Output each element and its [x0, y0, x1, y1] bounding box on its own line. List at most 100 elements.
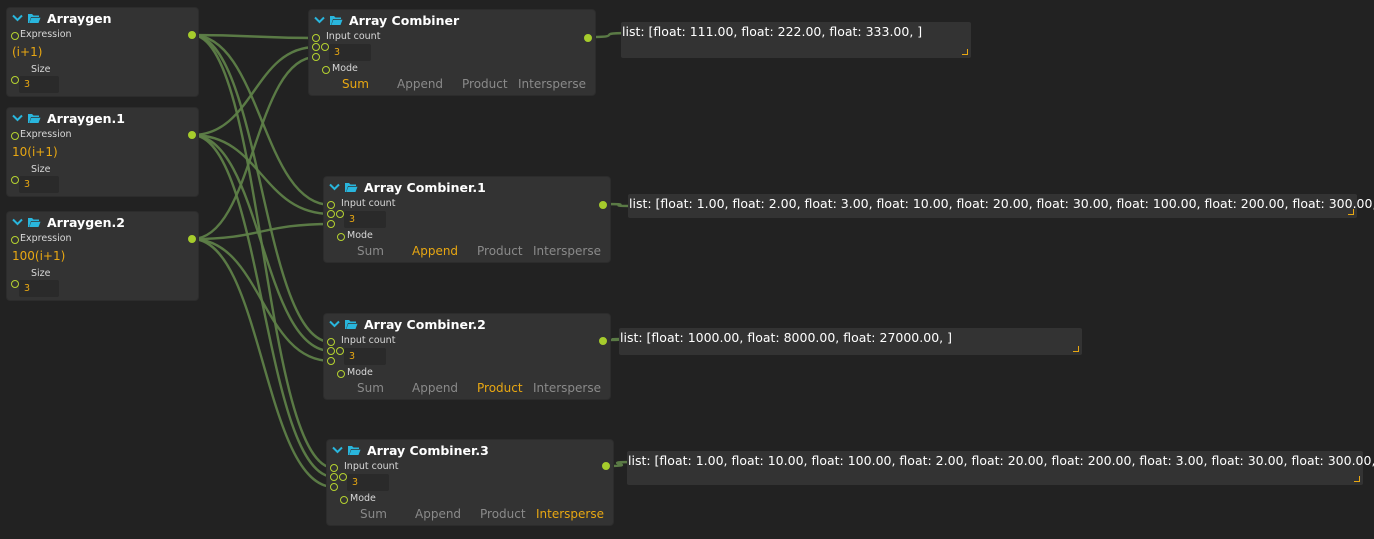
folder-open-icon[interactable]: [27, 113, 41, 124]
size-input-port[interactable]: [11, 280, 19, 288]
output-viewer-1[interactable]: list: [float: 1.00, float: 2.00, float: …: [628, 194, 1374, 218]
expression-value[interactable]: 100(i+1): [12, 249, 65, 263]
mode-label: Mode: [332, 63, 358, 74]
array-combiner-1-node[interactable]: Array Combiner.1 Input count 3 Mode Sum A…: [324, 177, 610, 262]
expression-input-port[interactable]: [11, 236, 19, 244]
mode-selector[interactable]: Sum Append Product Intersperse: [327, 507, 613, 523]
input-count-value: 3: [349, 214, 356, 225]
output-port[interactable]: [188, 235, 196, 243]
mode-option-product[interactable]: Product: [480, 507, 526, 521]
array-input-port-2[interactable]: [312, 53, 320, 61]
array-input-port-2[interactable]: [327, 220, 335, 228]
expression-input-port[interactable]: [11, 132, 19, 140]
mode-input-port[interactable]: [337, 233, 345, 241]
output-viewer-2[interactable]: list: [float: 1000.00, float: 8000.00, f…: [619, 328, 1082, 355]
mode-option-append[interactable]: Append: [412, 381, 458, 395]
input-count-field[interactable]: 3: [344, 211, 386, 228]
mode-option-sum[interactable]: Sum: [357, 244, 384, 258]
size-field[interactable]: 3: [19, 76, 59, 93]
mode-option-product[interactable]: Product: [462, 77, 508, 91]
input-count-port[interactable]: [330, 464, 338, 472]
output-port[interactable]: [602, 462, 610, 470]
folder-open-icon[interactable]: [329, 15, 343, 26]
chevron-down-icon[interactable]: [12, 218, 23, 226]
mode-option-intersperse[interactable]: Intersperse: [536, 507, 604, 521]
output-viewer-3[interactable]: list: [float: 1.00, float: 10.00, float:…: [627, 451, 1374, 485]
input-count-field[interactable]: 3: [329, 44, 371, 61]
input-count-field-port[interactable]: [321, 43, 329, 51]
mode-option-append[interactable]: Append: [397, 77, 443, 91]
mode-option-intersperse[interactable]: Intersperse: [533, 381, 601, 395]
array-input-port-1[interactable]: [327, 210, 335, 218]
array-combiner-2-node[interactable]: Array Combiner.2 Input count 3 Mode Sum A…: [324, 314, 610, 399]
arraygen-2-node[interactable]: Arraygen.2 Expression 100(i+1) Size 3: [7, 212, 198, 300]
size-field[interactable]: 3: [19, 280, 59, 297]
resize-handle[interactable]: [1354, 476, 1360, 482]
arraygen-1-node[interactable]: Arraygen.1 Expression 10(i+1) Size 3: [7, 108, 198, 196]
input-count-field[interactable]: 3: [344, 348, 386, 365]
output-port[interactable]: [599, 337, 607, 345]
output-port[interactable]: [599, 201, 607, 209]
mode-selector[interactable]: Sum Append Product Intersperse: [309, 77, 595, 93]
size-input-port[interactable]: [11, 76, 19, 84]
chevron-down-icon[interactable]: [314, 16, 325, 24]
arraygen-node[interactable]: Arraygen Expression (i+1) Size 3: [7, 8, 198, 96]
output-port[interactable]: [188, 131, 196, 139]
mode-option-sum[interactable]: Sum: [342, 77, 369, 91]
output-port[interactable]: [584, 34, 592, 42]
chevron-down-icon[interactable]: [329, 183, 340, 191]
array-combiner-node[interactable]: Array Combiner Input count 3 Mode Sum App…: [309, 10, 595, 95]
mode-option-intersperse[interactable]: Intersperse: [533, 244, 601, 258]
input-count-port[interactable]: [327, 201, 335, 209]
input-count-field-port[interactable]: [339, 473, 347, 481]
mode-selector[interactable]: Sum Append Product Intersperse: [324, 244, 610, 260]
input-count-field-port[interactable]: [336, 210, 344, 218]
folder-open-icon[interactable]: [27, 13, 41, 24]
size-field[interactable]: 3: [19, 176, 59, 193]
size-value: 3: [24, 283, 31, 294]
mode-input-port[interactable]: [322, 66, 330, 74]
array-input-port-1[interactable]: [327, 347, 335, 355]
array-combiner-3-node[interactable]: Array Combiner.3 Input count 3 Mode Sum A…: [327, 440, 613, 525]
node-editor-canvas[interactable]: Arraygen Expression (i+1) Size 3 Arrayge…: [0, 0, 1374, 539]
mode-option-product[interactable]: Product: [477, 244, 523, 258]
connection-wire: [191, 133, 332, 216]
size-input-port[interactable]: [11, 176, 19, 184]
array-input-port-1[interactable]: [330, 473, 338, 481]
mode-option-append[interactable]: Append: [415, 507, 461, 521]
folder-open-icon[interactable]: [27, 217, 41, 228]
input-count-field[interactable]: 3: [347, 474, 389, 491]
chevron-down-icon[interactable]: [329, 320, 340, 328]
chevron-down-icon[interactable]: [332, 446, 343, 454]
input-count-field-port[interactable]: [336, 347, 344, 355]
mode-option-product[interactable]: Product: [477, 381, 523, 395]
node-title: Array Combiner.1: [364, 180, 486, 195]
output-port[interactable]: [188, 31, 196, 39]
mode-option-sum[interactable]: Sum: [360, 507, 387, 521]
mode-input-port[interactable]: [337, 370, 345, 378]
mode-input-port[interactable]: [340, 496, 348, 504]
resize-handle[interactable]: [1348, 209, 1354, 215]
resize-handle[interactable]: [1073, 346, 1079, 352]
folder-open-icon[interactable]: [344, 182, 358, 193]
expression-value[interactable]: (i+1): [12, 45, 42, 59]
expression-input-port[interactable]: [11, 32, 19, 40]
size-label: Size: [31, 64, 51, 75]
mode-option-intersperse[interactable]: Intersperse: [518, 77, 586, 91]
array-input-port-2[interactable]: [330, 483, 338, 491]
array-input-port-1[interactable]: [312, 43, 320, 51]
folder-open-icon[interactable]: [344, 319, 358, 330]
output-viewer-0[interactable]: list: [float: 111.00, float: 222.00, flo…: [621, 22, 971, 58]
chevron-down-icon[interactable]: [12, 14, 23, 22]
folder-open-icon[interactable]: [347, 445, 361, 456]
input-count-value: 3: [349, 351, 356, 362]
mode-option-append[interactable]: Append: [412, 244, 458, 258]
input-count-port[interactable]: [312, 34, 320, 42]
mode-selector[interactable]: Sum Append Product Intersperse: [324, 381, 610, 397]
mode-option-sum[interactable]: Sum: [357, 381, 384, 395]
input-count-port[interactable]: [327, 338, 335, 346]
expression-value[interactable]: 10(i+1): [12, 145, 58, 159]
array-input-port-2[interactable]: [327, 357, 335, 365]
resize-handle[interactable]: [962, 49, 968, 55]
chevron-down-icon[interactable]: [12, 114, 23, 122]
